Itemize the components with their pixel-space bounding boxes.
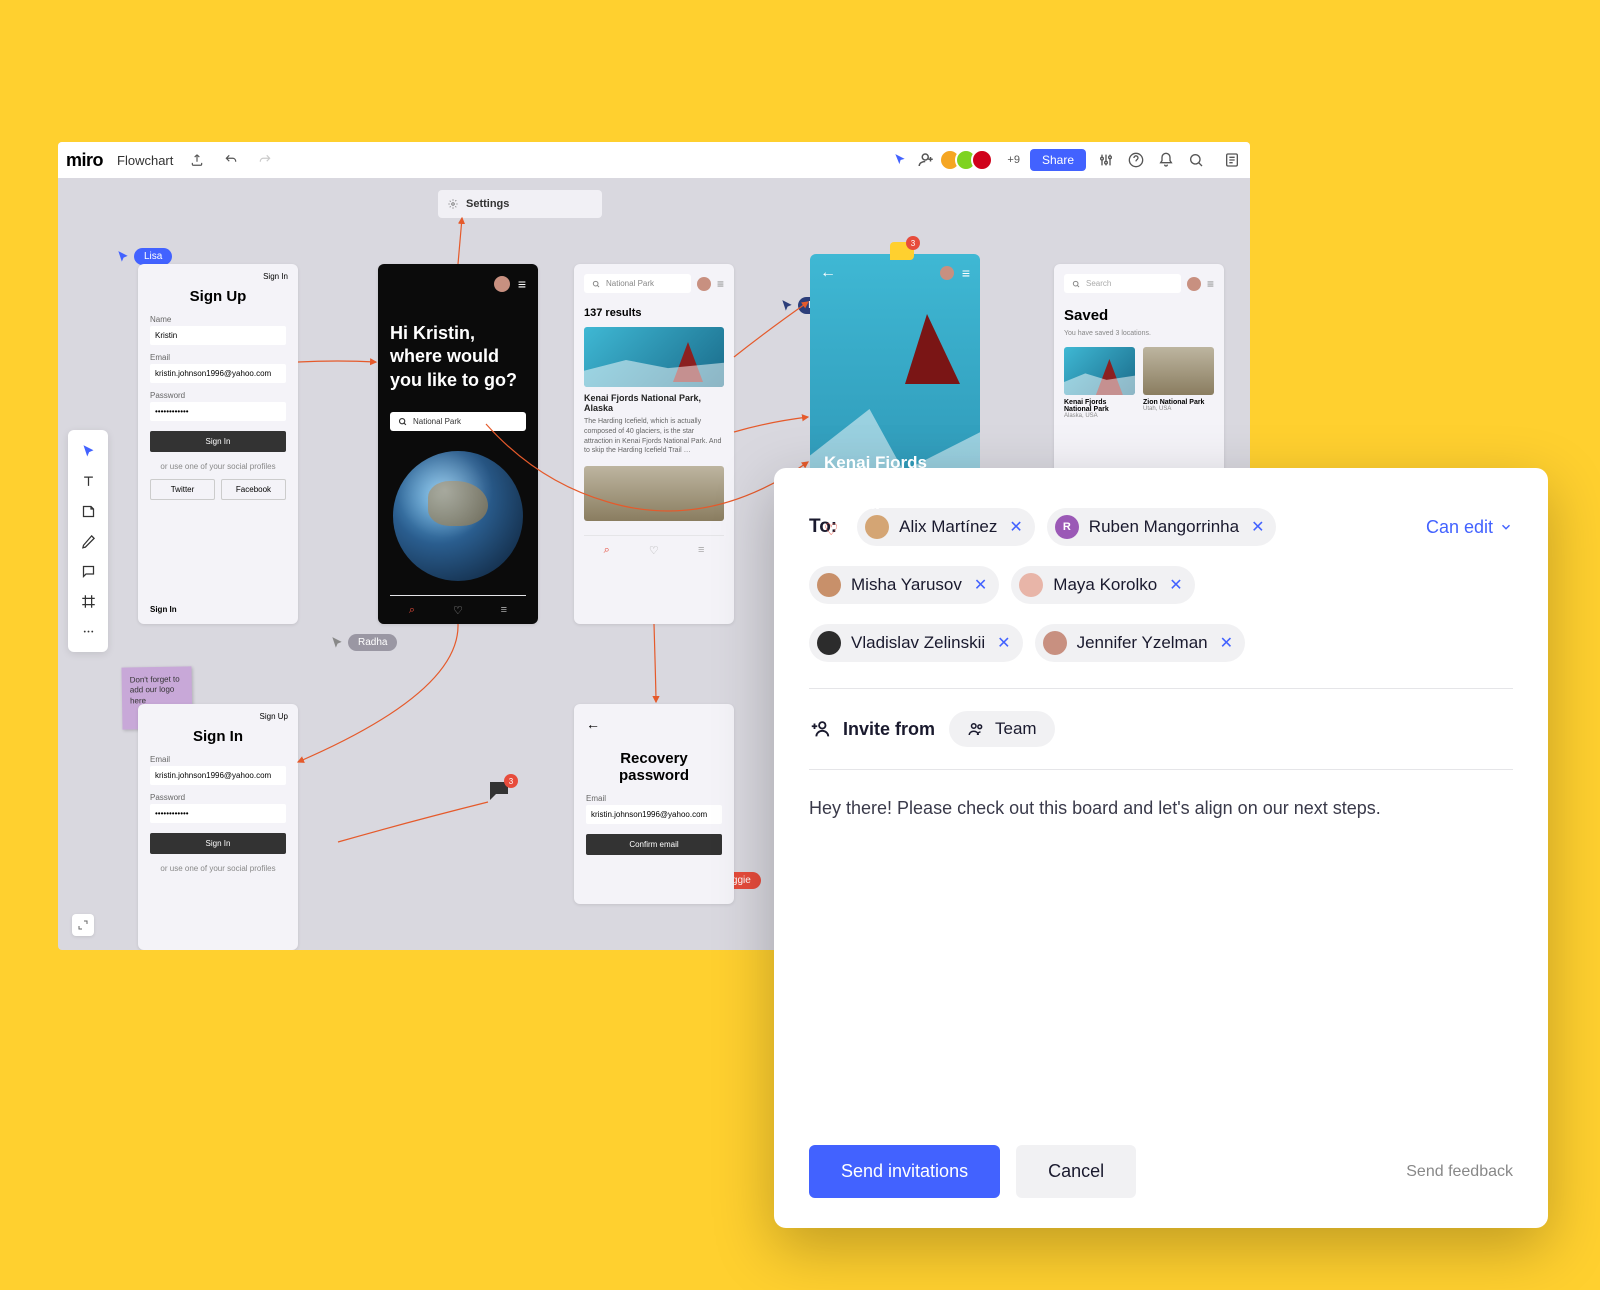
- bell-icon[interactable]: [1156, 150, 1176, 170]
- redo-icon[interactable]: [255, 150, 275, 170]
- remove-chip-icon[interactable]: ✕: [974, 575, 987, 595]
- settings-panel: Settings: [438, 190, 602, 218]
- collaborator-count[interactable]: +9: [1007, 154, 1020, 166]
- mockup-signin[interactable]: Sign Up Sign In Email Password Sign In o…: [138, 704, 298, 950]
- cursor-lisa: Lisa: [116, 248, 172, 265]
- team-icon: [967, 720, 985, 738]
- recipient-chip[interactable]: Vladislav Zelinskii✕: [809, 624, 1023, 662]
- logo: miro: [66, 150, 103, 171]
- expand-icon[interactable]: [72, 914, 94, 936]
- earth-image: [393, 451, 523, 581]
- comment-thread[interactable]: 3: [488, 780, 512, 805]
- mockup-results[interactable]: National Park ≡ 137 results Kenai Fjords…: [574, 264, 734, 624]
- comment-bubble[interactable]: 3: [890, 242, 914, 260]
- mockup-hello[interactable]: ≡ Hi Kristin, where would you like to go…: [378, 264, 538, 624]
- result-image: [584, 327, 724, 387]
- menu-nav-icon: ≡: [501, 604, 507, 617]
- mockup-recovery[interactable]: ← Recovery password Email Confirm email: [574, 704, 734, 904]
- settings-label: Settings: [466, 198, 509, 210]
- remove-chip-icon[interactable]: ✕: [1169, 575, 1182, 595]
- remove-chip-icon[interactable]: ✕: [1251, 517, 1264, 537]
- export-icon[interactable]: [187, 150, 207, 170]
- back-icon: ←: [820, 264, 836, 282]
- divider: [809, 688, 1513, 689]
- invite-from-label: Invite from: [809, 718, 935, 740]
- more-tools[interactable]: [68, 616, 108, 646]
- back-icon: ←: [586, 716, 722, 732]
- cursor-icon[interactable]: [893, 153, 907, 167]
- select-tool[interactable]: [68, 436, 108, 466]
- cancel-button[interactable]: Cancel: [1016, 1145, 1136, 1198]
- collaborator-avatars[interactable]: [945, 149, 993, 171]
- chevron-down-icon: [1499, 520, 1513, 534]
- email-input: [150, 364, 286, 383]
- send-feedback-link[interactable]: Send feedback: [1406, 1163, 1513, 1181]
- recipient-chip[interactable]: Jennifer Yzelman✕: [1035, 624, 1245, 662]
- undo-icon[interactable]: [221, 150, 241, 170]
- cursor-radha: Radha: [330, 634, 397, 651]
- remove-chip-icon[interactable]: ✕: [997, 633, 1010, 653]
- board-name[interactable]: Flowchart: [117, 153, 173, 168]
- left-toolbar: [68, 430, 108, 652]
- recipient-chip[interactable]: Misha Yarusov✕: [809, 566, 999, 604]
- mockup-signup[interactable]: Sign In Sign Up Name Email Password Sign…: [138, 264, 298, 624]
- remove-chip-icon[interactable]: ✕: [1220, 633, 1233, 653]
- invite-dialog: To: Alix Martínez✕ RRuben Mangorrinha✕ C…: [774, 468, 1548, 1228]
- remove-chip-icon[interactable]: ✕: [1009, 517, 1022, 537]
- search-nav-icon: ⌕: [409, 604, 415, 617]
- filter-icon[interactable]: [1096, 150, 1116, 170]
- heart-nav-icon: ♡: [453, 604, 463, 617]
- topbar: miro Flowchart +9 Share: [58, 142, 1250, 178]
- divider: [809, 769, 1513, 770]
- search-icon[interactable]: [1186, 150, 1206, 170]
- pen-tool[interactable]: [68, 526, 108, 556]
- send-invitations-button[interactable]: Send invitations: [809, 1145, 1000, 1198]
- permission-dropdown[interactable]: Can edit: [1426, 517, 1513, 538]
- team-chip[interactable]: Team: [949, 711, 1055, 747]
- search-icon: [398, 417, 407, 426]
- text-tool[interactable]: [68, 466, 108, 496]
- add-user-icon[interactable]: [917, 151, 935, 169]
- add-person-icon: [809, 718, 831, 740]
- frame-tool[interactable]: [68, 586, 108, 616]
- password-input: [150, 402, 286, 421]
- name-input: [150, 326, 286, 345]
- recipient-chip[interactable]: Maya Korolko✕: [1011, 566, 1194, 604]
- result-image-2: [584, 466, 724, 521]
- comment-tool[interactable]: [68, 556, 108, 586]
- share-button[interactable]: Share: [1030, 149, 1086, 171]
- gear-icon: [448, 199, 458, 209]
- help-icon[interactable]: [1126, 150, 1146, 170]
- sticky-tool[interactable]: [68, 496, 108, 526]
- notes-icon[interactable]: [1222, 150, 1242, 170]
- recipient-chip[interactable]: RRuben Mangorrinha✕: [1047, 508, 1277, 546]
- invite-message[interactable]: Hey there! Please check out this board a…: [809, 798, 1513, 819]
